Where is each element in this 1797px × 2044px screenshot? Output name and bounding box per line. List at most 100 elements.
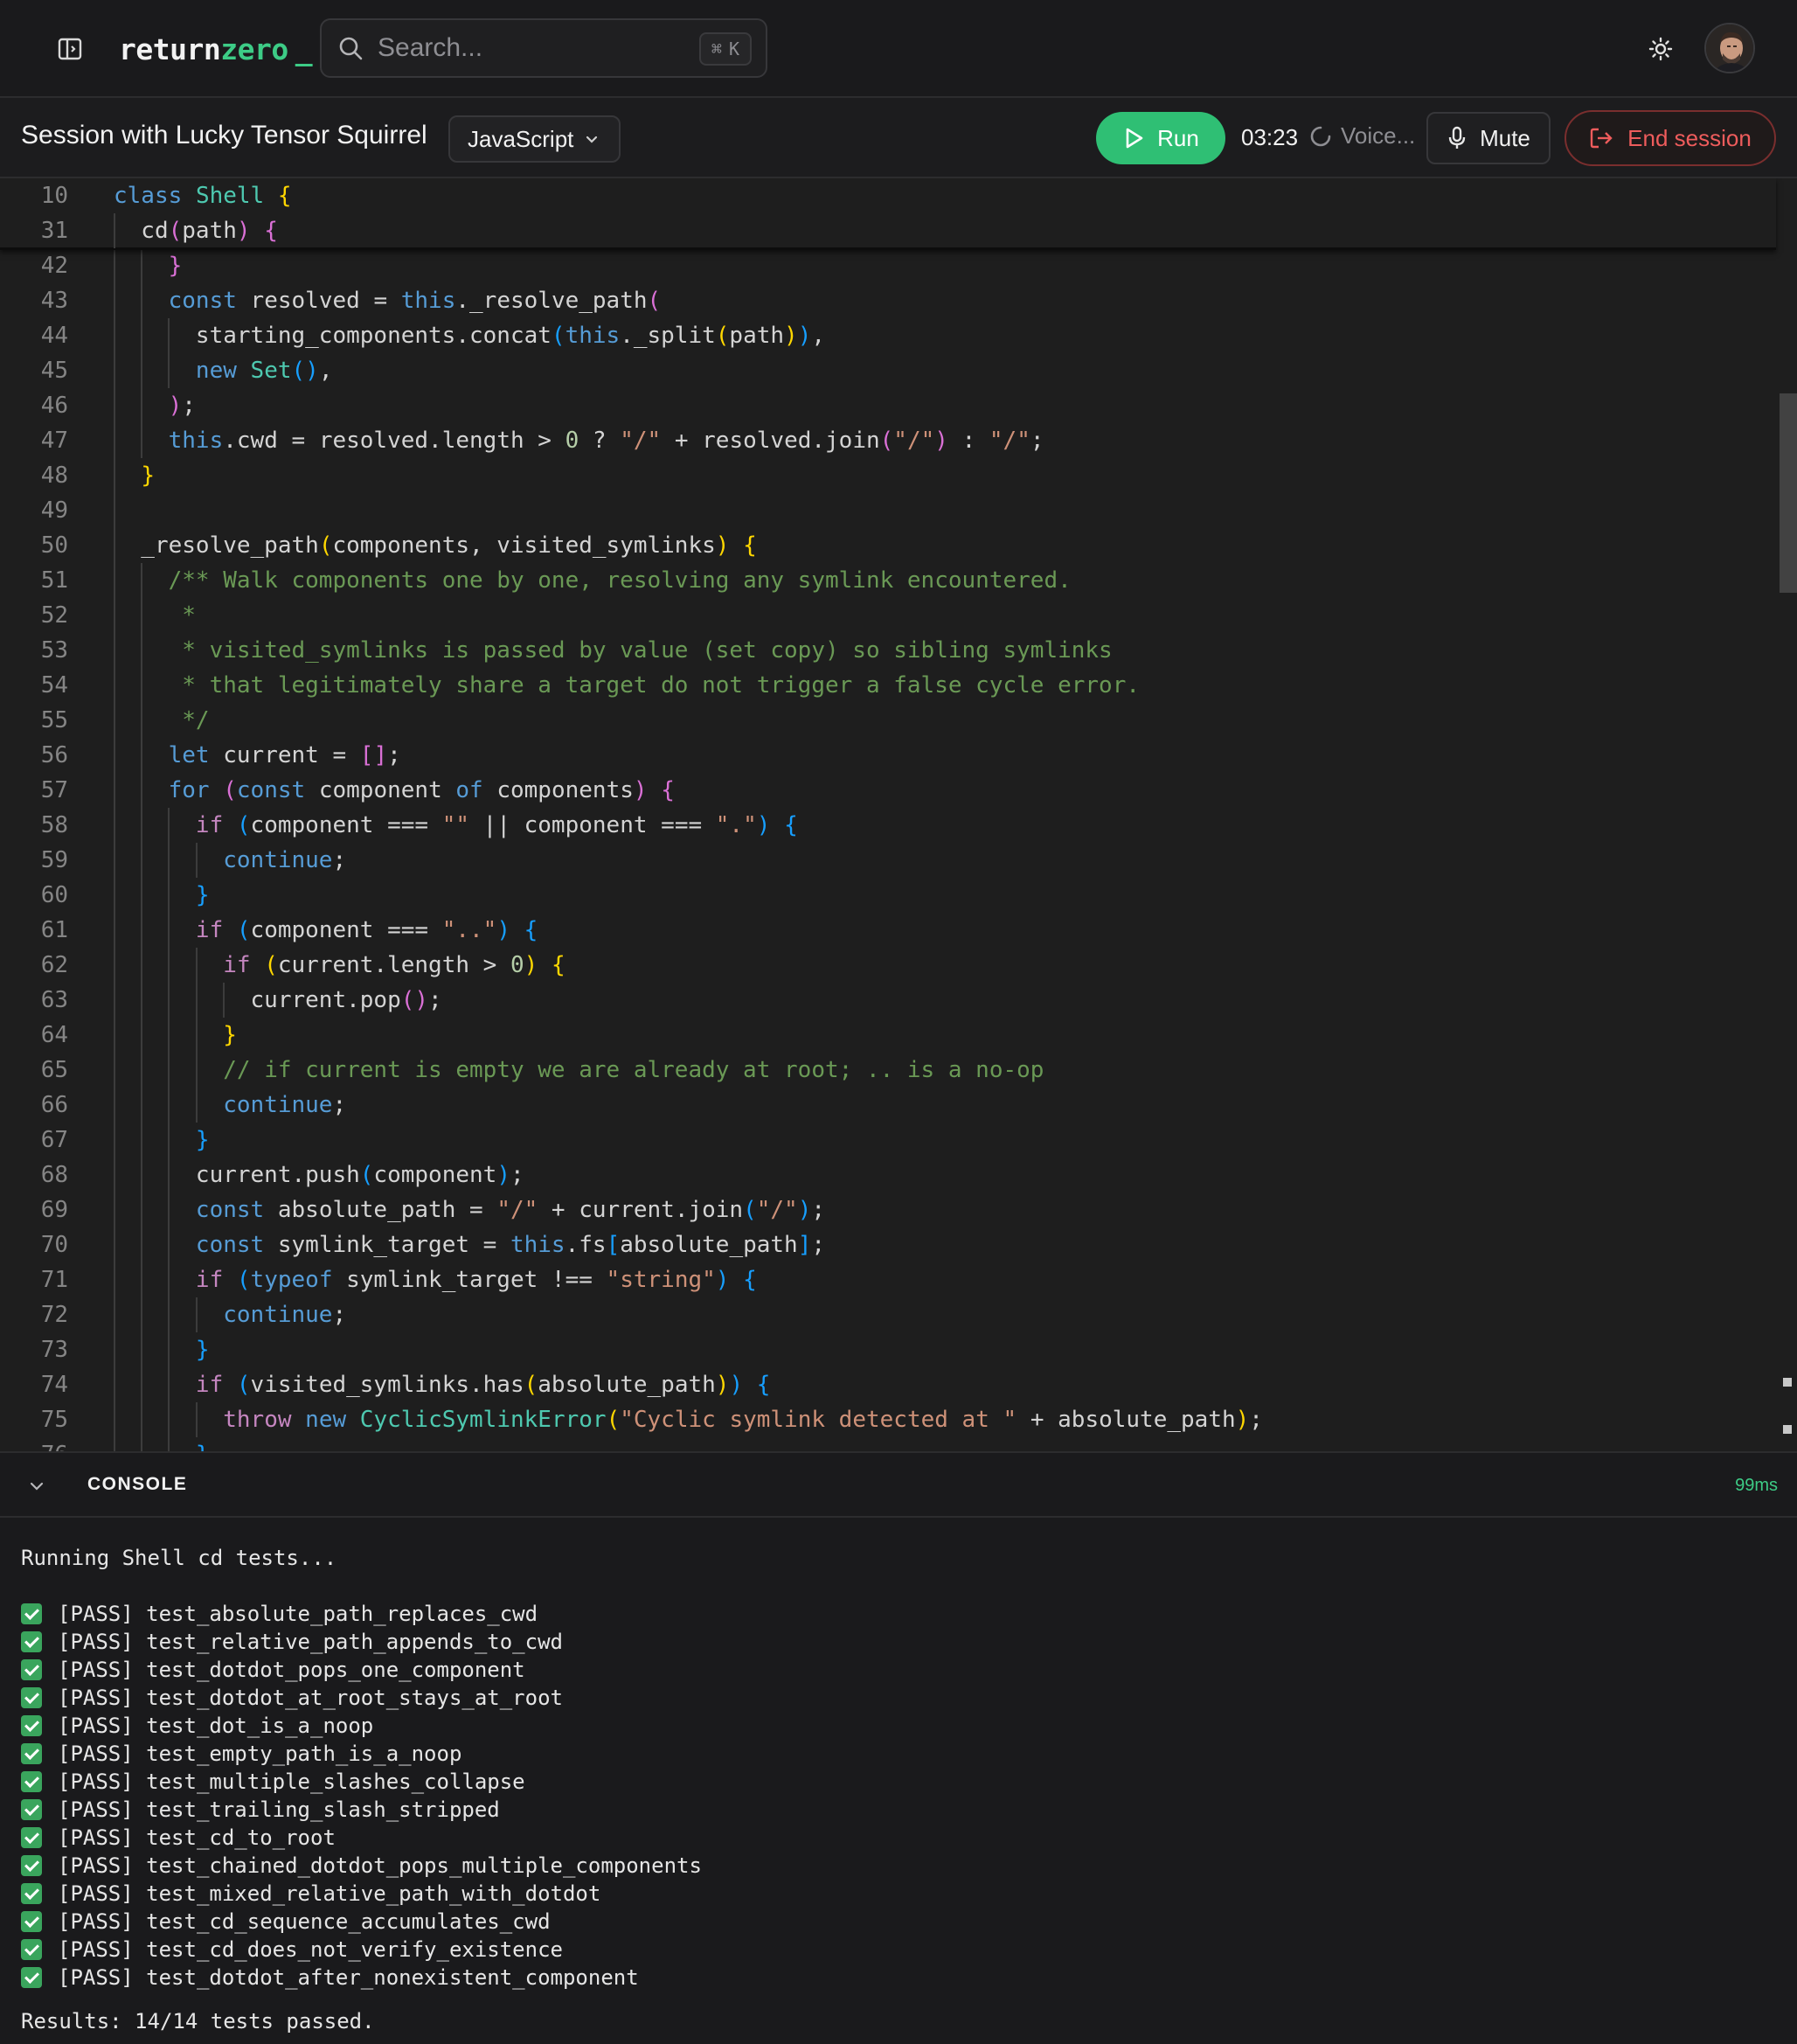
run-button[interactable]: Run [1096, 112, 1225, 164]
line-number: 56 [40, 742, 68, 768]
code-line[interactable]: 76 } [0, 1437, 1776, 1451]
code-text: current.pop(); [114, 987, 442, 1013]
language-select[interactable]: JavaScript [448, 115, 621, 163]
code-text: this.cwd = resolved.length > 0 ? "/" + r… [168, 428, 1044, 454]
code-line[interactable]: 49 [0, 493, 1776, 528]
code-line[interactable]: 69 const absolute_path = "/" + current.j… [0, 1192, 1776, 1227]
checkmark-icon [21, 1659, 42, 1680]
code-line[interactable]: 74 if (visited_symlinks.has(absolute_pat… [0, 1367, 1776, 1402]
code-line[interactable]: 48 } [0, 458, 1776, 493]
code-line[interactable]: 58 if (component === "" || component ===… [0, 808, 1776, 843]
editor-scrollbar-thumb[interactable] [1780, 393, 1797, 593]
test-result-row: [PASS] test_dotdot_pops_one_component [21, 1656, 525, 1684]
code-line[interactable]: 62 if (current.length > 0) { [0, 948, 1776, 983]
code-line[interactable]: 63 current.pop(); [0, 983, 1776, 1018]
line-number: 63 [40, 987, 68, 1013]
code-line[interactable]: 43 const resolved = this._resolve_path( [0, 283, 1776, 318]
code-text: if (typeof symlink_target !== "string") … [195, 1267, 757, 1293]
code-line[interactable]: 57 for (const component of components) { [0, 773, 1776, 808]
code-line[interactable]: 67 } [0, 1123, 1776, 1158]
test-name: test_cd_to_root [146, 1825, 336, 1850]
line-number: 75 [40, 1407, 68, 1433]
code-line[interactable]: 52 * [0, 598, 1776, 633]
line-number: 51 [40, 567, 68, 594]
code-text: } [195, 1337, 210, 1363]
end-session-button[interactable]: End session [1565, 110, 1776, 166]
line-number: 60 [40, 882, 68, 908]
spinner-icon [1310, 126, 1331, 146]
test-status: [PASS] [58, 1881, 147, 1906]
checkmark-icon [21, 1883, 42, 1904]
code-line[interactable]: 60 } [0, 878, 1776, 913]
mute-button[interactable]: Mute [1426, 112, 1551, 164]
editor-scrollbar-track[interactable] [1776, 178, 1797, 1451]
test-result-row: [PASS] test_mixed_relative_path_with_dot… [21, 1880, 600, 1908]
test-status: [PASS] [58, 1769, 147, 1794]
line-number: 50 [40, 532, 68, 559]
code-line[interactable]: 10 class Shell { [0, 178, 1776, 213]
code-line[interactable]: 42 } [0, 248, 1776, 283]
code-line[interactable]: 75 throw new CyclicSymlinkError("Cyclic … [0, 1402, 1776, 1437]
code-line[interactable]: 64 } [0, 1018, 1776, 1053]
session-title: Session with Lucky Tensor Squirrel [21, 121, 427, 149]
checkmark-icon [21, 1967, 42, 1988]
code-text: current.push(component); [114, 1162, 524, 1188]
code-line[interactable]: 72 continue; [0, 1297, 1776, 1332]
sticky-scroll-header[interactable]: 10 class Shell {31 cd(path) { [0, 178, 1776, 250]
line-number: 55 [40, 707, 68, 733]
line-number: 44 [40, 323, 68, 349]
test-name: test_trailing_slash_stripped [146, 1797, 500, 1822]
test-status: [PASS] [58, 1630, 147, 1654]
console-summary: Results: 14/14 tests passed. [21, 2009, 375, 2034]
code-line[interactable]: 54 * that legitimately share a target do… [0, 668, 1776, 703]
shortcut-mod: ⌘ [711, 38, 722, 59]
code-text: const resolved = this._resolve_path( [168, 288, 662, 314]
code-line[interactable]: 66 continue; [0, 1088, 1776, 1123]
app-logo[interactable]: return zero _ [119, 26, 313, 72]
line-number: 54 [40, 672, 68, 699]
code-line[interactable]: 65 // if current is empty we are already… [0, 1053, 1776, 1088]
code-line[interactable]: 68 current.push(component); [0, 1158, 1776, 1192]
test-result-row: [PASS] test_cd_does_not_verify_existence [21, 1936, 563, 1964]
test-status: [PASS] [58, 1602, 147, 1626]
code-line[interactable]: 50 _resolve_path(components, visited_sym… [0, 528, 1776, 563]
sidebar-toggle-button[interactable] [49, 31, 91, 66]
code-line[interactable]: 51 /** Walk components one by one, resol… [0, 563, 1776, 598]
code-line[interactable]: 70 const symlink_target = this.fs[absolu… [0, 1227, 1776, 1262]
code-line[interactable]: 55 */ [0, 703, 1776, 738]
microphone-icon [1448, 126, 1466, 149]
line-number: 74 [40, 1372, 68, 1398]
code-line[interactable]: 59 continue; [0, 843, 1776, 878]
code-line[interactable]: 71 if (typeof symlink_target !== "string… [0, 1262, 1776, 1297]
code-text: } [195, 1127, 210, 1153]
theme-toggle-button[interactable] [1640, 30, 1682, 68]
code-line[interactable]: 61 if (component === "..") { [0, 913, 1776, 948]
chevron-down-icon[interactable] [24, 1474, 49, 1498]
test-result-row: [PASS] test_dotdot_at_root_stays_at_root [21, 1684, 563, 1712]
code-editor[interactable]: 10 class Shell {31 cd(path) { 42 } 43 cons… [0, 178, 1797, 1451]
code-line[interactable]: 53 * visited_symlinks is passed by value… [0, 633, 1776, 668]
line-number: 48 [40, 462, 68, 489]
logout-icon [1590, 128, 1613, 149]
code-text: continue; [223, 1302, 347, 1328]
code-text: for (const component of components) { [168, 777, 675, 803]
line-number: 58 [40, 812, 68, 838]
test-name: test_dotdot_pops_one_component [146, 1658, 525, 1682]
code-line[interactable]: 47 this.cwd = resolved.length > 0 ? "/" … [0, 423, 1776, 458]
code-line[interactable]: 73 } [0, 1332, 1776, 1367]
code-line[interactable]: 56 let current = []; [0, 738, 1776, 773]
test-status: [PASS] [58, 1797, 147, 1822]
code-line[interactable]: 44 starting_components.concat(this._spli… [0, 318, 1776, 353]
checkmark-icon [21, 1715, 42, 1736]
avatar[interactable] [1704, 23, 1755, 73]
checkmark-icon [21, 1743, 42, 1764]
code-line[interactable]: 31 cd(path) { [0, 213, 1776, 248]
search-input[interactable]: Search... ⌘ K [320, 18, 767, 78]
test-result-row: [PASS] test_cd_sequence_accumulates_cwd [21, 1908, 551, 1936]
code-line[interactable]: 46 ); [0, 388, 1776, 423]
console-output: Running Shell cd tests... Results: 14/14… [0, 1518, 1797, 2044]
line-number: 53 [40, 637, 68, 664]
code-line[interactable]: 45 new Set(), [0, 353, 1776, 388]
test-name: test_relative_path_appends_to_cwd [146, 1630, 563, 1654]
code-lines[interactable]: 42 } 43 const resolved = this._resolve_pa… [0, 248, 1776, 1451]
